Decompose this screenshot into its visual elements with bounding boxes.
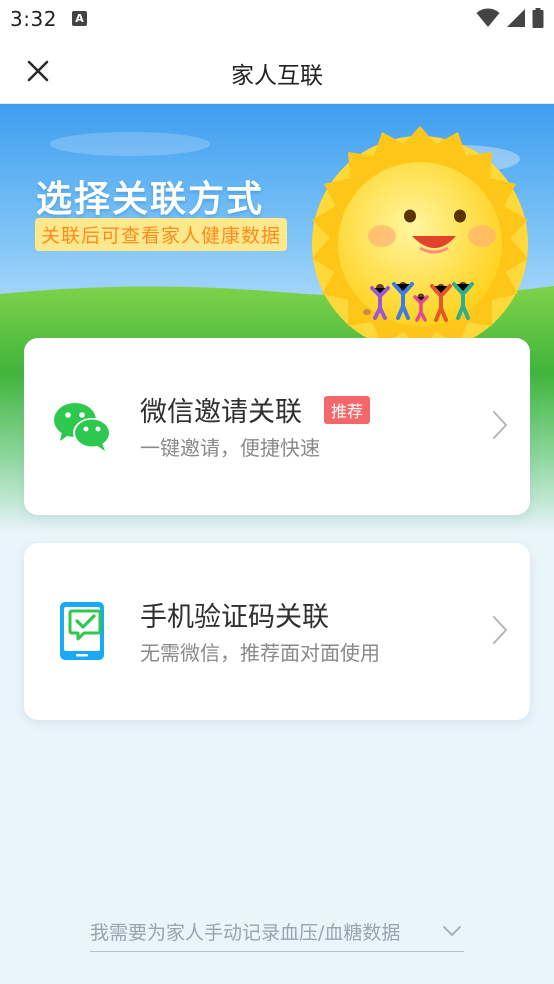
recommended-badge: 推荐 [324,396,371,424]
wechat-invite-description: 一键邀请，便捷快速 [140,436,320,460]
wechat-icon [54,403,111,451]
signal-icon [507,9,525,27]
chevron-right-icon [493,411,507,439]
a-notification-icon: A [72,11,87,26]
title-bar: 家人互联 [0,36,554,104]
status-time: 3:32 [10,7,57,31]
wifi-icon [476,8,500,27]
banner-subtitle: 关联后可查看家人健康数据 [35,218,288,251]
page-title: 家人互联 [231,63,323,89]
phone-verify-title: 手机验证码关联 [140,602,329,633]
chevron-down-icon [443,926,461,936]
manual-entry-link[interactable]: 我需要为家人手动记录血压/血糖数据 [90,912,464,952]
wechat-invite-title: 微信邀请关联 [140,397,302,428]
manual-entry-text: 我需要为家人手动记录血压/血糖数据 [90,922,401,944]
phone-verify-icon [60,602,104,660]
phone-verify-card[interactable]: 手机验证码关联 无需微信，推荐面对面使用 [24,543,530,720]
wechat-invite-card[interactable]: 微信邀请关联 推荐 一键邀请，便捷快速 [24,338,530,515]
main-content: 选择关联方式 关联后可查看家人健康数据 微信邀请关联 推荐 一键邀请，便捷快速 [0,104,554,984]
status-bar: 3:32 A [0,0,554,36]
phone-verify-description: 无需微信，推荐面对面使用 [140,641,380,665]
battery-icon [532,8,544,28]
chevron-right-icon [493,616,507,644]
banner-title: 选择关联方式 [36,179,265,220]
status-icons [476,8,544,28]
